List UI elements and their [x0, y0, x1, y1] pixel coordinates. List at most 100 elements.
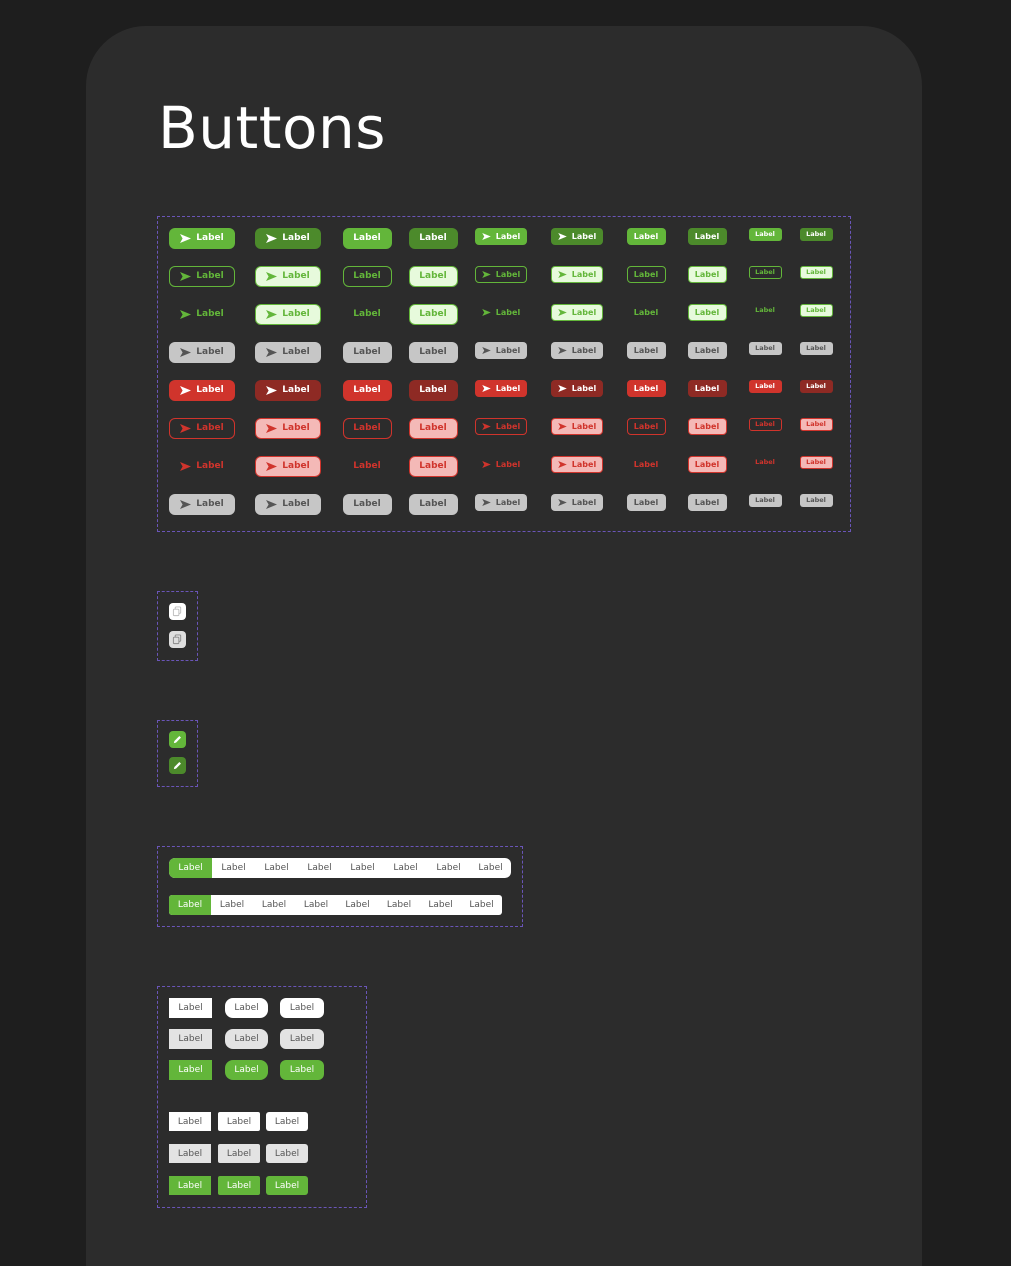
grey-disabled-button[interactable]: Label: [748, 341, 782, 355]
grey-disabled-button[interactable]: Label: [255, 341, 321, 363]
grey-disabled-button[interactable]: Label: [342, 341, 392, 363]
grey-disabled-button[interactable]: Label: [475, 341, 527, 359]
grey-disabled-button[interactable]: Label: [408, 341, 458, 363]
green-filled-button[interactable]: Label: [626, 227, 666, 245]
grey-disabled-button[interactable]: Label: [255, 493, 321, 515]
green-outline-button[interactable]: Label: [408, 265, 458, 287]
segment-item[interactable]: Label: [341, 858, 384, 878]
grey-disabled-button[interactable]: Label: [342, 493, 392, 515]
green-text-button[interactable]: Label: [169, 304, 235, 325]
segment-item[interactable]: Label: [253, 895, 295, 915]
red-outline-button[interactable]: Label: [408, 417, 458, 439]
white-plain-button[interactable]: Label: [169, 998, 212, 1018]
grey-disabled-button[interactable]: Label: [687, 341, 727, 359]
grey-disabled-button[interactable]: Label: [687, 493, 727, 511]
edit-button[interactable]: [169, 731, 186, 748]
red-outline-button[interactable]: Label: [799, 417, 833, 431]
red-filled-button[interactable]: Label: [255, 379, 321, 401]
grey-disabled-button[interactable]: Label: [551, 341, 603, 359]
segment-item[interactable]: Label: [461, 895, 502, 915]
green-outline-button[interactable]: Label: [551, 265, 603, 283]
green-filled-button[interactable]: Label: [342, 227, 392, 249]
red-filled-button[interactable]: Label: [551, 379, 603, 397]
red-text-button[interactable]: Label: [169, 456, 235, 477]
green-plain-button[interactable]: Label: [280, 1060, 324, 1080]
grey-disabled-button[interactable]: Label: [475, 493, 527, 511]
red-filled-button[interactable]: Label: [408, 379, 458, 401]
green-filled-button[interactable]: Label: [255, 227, 321, 249]
red-text-button[interactable]: Label: [343, 456, 392, 477]
segment-item[interactable]: Label: [420, 895, 461, 915]
green-text-button[interactable]: Label: [475, 304, 527, 321]
white-plain-button[interactable]: Label: [169, 1112, 211, 1131]
grey-plain-button[interactable]: Label: [225, 1029, 268, 1049]
segment-item[interactable]: Label: [169, 895, 211, 915]
green-filled-button[interactable]: Label: [551, 227, 603, 245]
green-plain-button[interactable]: Label: [218, 1176, 260, 1195]
white-plain-button[interactable]: Label: [280, 998, 324, 1018]
green-text-button[interactable]: Label: [749, 304, 782, 317]
green-text-button[interactable]: Label: [627, 304, 666, 321]
green-plain-button[interactable]: Label: [169, 1060, 212, 1080]
red-outline-button[interactable]: Label: [255, 417, 321, 439]
grey-plain-button[interactable]: Label: [169, 1144, 211, 1163]
red-filled-button[interactable]: Label: [626, 379, 666, 397]
edit-button-pressed[interactable]: [169, 757, 186, 774]
grey-disabled-button[interactable]: Label: [626, 341, 666, 359]
segment-item[interactable]: Label: [470, 858, 511, 878]
green-outline-button[interactable]: Label: [475, 265, 527, 283]
green-text-button[interactable]: Label: [255, 303, 321, 325]
grey-plain-button[interactable]: Label: [266, 1144, 308, 1163]
green-filled-button[interactable]: Label: [475, 227, 527, 245]
red-filled-button[interactable]: Label: [687, 379, 727, 397]
red-outline-button[interactable]: Label: [551, 417, 603, 435]
red-text-button[interactable]: Label: [627, 456, 666, 473]
red-filled-button[interactable]: Label: [799, 379, 833, 393]
red-filled-button[interactable]: Label: [475, 379, 527, 397]
red-text-button[interactable]: Label: [687, 455, 727, 473]
red-outline-button[interactable]: Label: [475, 417, 527, 435]
red-outline-button[interactable]: Label: [169, 417, 235, 439]
red-text-button[interactable]: Label: [749, 456, 782, 469]
white-plain-button[interactable]: Label: [225, 998, 268, 1018]
copy-icon-button-hover[interactable]: [169, 631, 186, 648]
green-text-button[interactable]: Label: [799, 303, 833, 317]
grey-disabled-button[interactable]: Label: [799, 493, 833, 507]
segment-item[interactable]: Label: [337, 895, 378, 915]
segment-item[interactable]: Label: [298, 858, 341, 878]
segment-item[interactable]: Label: [255, 858, 298, 878]
red-outline-button[interactable]: Label: [687, 417, 727, 435]
segment-item[interactable]: Label: [211, 895, 253, 915]
grey-disabled-button[interactable]: Label: [408, 493, 458, 515]
green-outline-button[interactable]: Label: [169, 265, 235, 287]
grey-plain-button[interactable]: Label: [218, 1144, 260, 1163]
copy-icon-button[interactable]: [169, 603, 186, 620]
segment-item[interactable]: Label: [169, 858, 212, 878]
green-filled-button[interactable]: Label: [687, 227, 727, 245]
segment-item[interactable]: Label: [295, 895, 337, 915]
white-plain-button[interactable]: Label: [266, 1112, 308, 1131]
red-filled-button[interactable]: Label: [748, 379, 782, 393]
segment-item[interactable]: Label: [212, 858, 255, 878]
green-filled-button[interactable]: Label: [169, 227, 235, 249]
grey-disabled-button[interactable]: Label: [748, 493, 782, 507]
green-outline-button[interactable]: Label: [799, 265, 833, 279]
red-outline-button[interactable]: Label: [342, 417, 392, 439]
grey-disabled-button[interactable]: Label: [799, 341, 833, 355]
green-plain-button[interactable]: Label: [169, 1176, 211, 1195]
red-text-button[interactable]: Label: [475, 456, 527, 473]
green-filled-button[interactable]: Label: [748, 227, 782, 241]
green-outline-button[interactable]: Label: [687, 265, 727, 283]
grey-disabled-button[interactable]: Label: [169, 493, 235, 515]
grey-plain-button[interactable]: Label: [169, 1029, 212, 1049]
red-filled-button[interactable]: Label: [342, 379, 392, 401]
red-outline-button[interactable]: Label: [748, 417, 782, 431]
segment-item[interactable]: Label: [427, 858, 470, 878]
green-outline-button[interactable]: Label: [342, 265, 392, 287]
grey-plain-button[interactable]: Label: [280, 1029, 324, 1049]
white-plain-button[interactable]: Label: [218, 1112, 260, 1131]
red-text-button[interactable]: Label: [255, 455, 321, 477]
segment-item[interactable]: Label: [378, 895, 420, 915]
green-outline-button[interactable]: Label: [626, 265, 666, 283]
grey-disabled-button[interactable]: Label: [169, 341, 235, 363]
